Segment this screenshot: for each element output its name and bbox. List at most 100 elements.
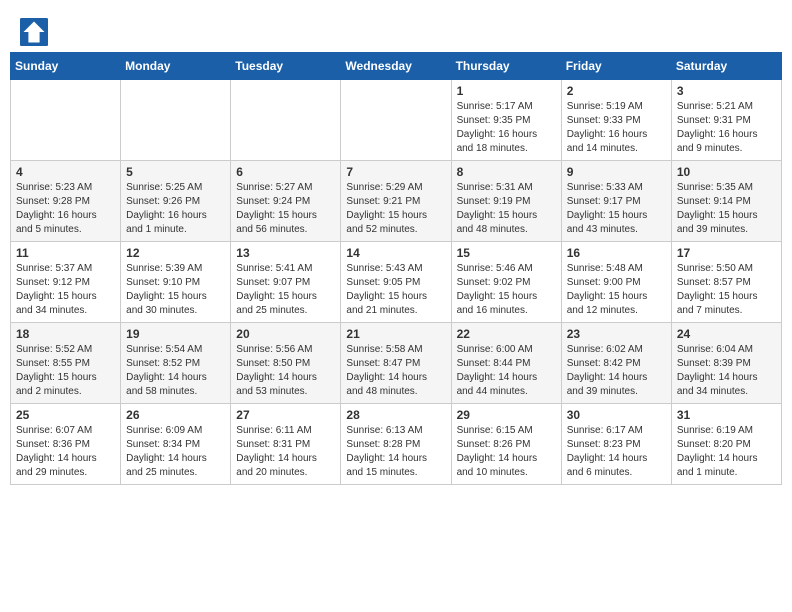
calendar-table: SundayMondayTuesdayWednesdayThursdayFrid…	[10, 52, 782, 485]
calendar-cell: 2 Sunrise: 5:19 AM Sunset: 9:33 PM Daylig…	[561, 80, 671, 161]
calendar-cell: 10 Sunrise: 5:35 AM Sunset: 9:14 PM Dayli…	[671, 161, 781, 242]
calendar-cell: 13 Sunrise: 5:41 AM Sunset: 9:07 PM Dayli…	[231, 242, 341, 323]
day-info: Sunrise: 5:56 AM Sunset: 8:50 PM Dayligh…	[236, 343, 335, 399]
day-number: 12	[126, 246, 225, 260]
day-number: 6	[236, 165, 335, 179]
day-info: Sunrise: 5:21 AM Sunset: 9:31 PM Dayligh…	[677, 100, 776, 156]
day-number: 28	[346, 408, 445, 422]
calendar-cell: 11 Sunrise: 5:37 AM Sunset: 9:12 PM Dayli…	[11, 242, 121, 323]
day-number: 11	[16, 246, 115, 260]
calendar-cell: 14 Sunrise: 5:43 AM Sunset: 9:05 PM Dayli…	[341, 242, 451, 323]
day-info: Sunrise: 6:17 AM Sunset: 8:23 PM Dayligh…	[567, 424, 666, 480]
calendar-cell: 19 Sunrise: 5:54 AM Sunset: 8:52 PM Dayli…	[121, 323, 231, 404]
day-info: Sunrise: 5:39 AM Sunset: 9:10 PM Dayligh…	[126, 262, 225, 318]
day-number: 27	[236, 408, 335, 422]
calendar-cell: 16 Sunrise: 5:48 AM Sunset: 9:00 PM Dayli…	[561, 242, 671, 323]
calendar-cell: 8Sunrise: 5:31 AM Sunset: 9:19 PM Daylig…	[451, 161, 561, 242]
day-info: Sunrise: 5:46 AM Sunset: 9:02 PM Dayligh…	[457, 262, 556, 318]
day-number: 7	[346, 165, 445, 179]
calendar-cell: 1Sunrise: 5:17 AM Sunset: 9:35 PM Daylig…	[451, 80, 561, 161]
day-info: Sunrise: 6:07 AM Sunset: 8:36 PM Dayligh…	[16, 424, 115, 480]
day-number: 14	[346, 246, 445, 260]
calendar-cell	[11, 80, 121, 161]
day-number: 21	[346, 327, 445, 341]
day-number: 1	[457, 84, 556, 98]
day-info: Sunrise: 5:50 AM Sunset: 8:57 PM Dayligh…	[677, 262, 776, 318]
calendar-cell: 17 Sunrise: 5:50 AM Sunset: 8:57 PM Dayli…	[671, 242, 781, 323]
calendar-cell: 3 Sunrise: 5:21 AM Sunset: 9:31 PM Daylig…	[671, 80, 781, 161]
day-info: Sunrise: 5:23 AM Sunset: 9:28 PM Dayligh…	[16, 181, 115, 237]
calendar-cell: 22 Sunrise: 6:00 AM Sunset: 8:44 PM Dayli…	[451, 323, 561, 404]
calendar-week-4: 18Sunrise: 5:52 AM Sunset: 8:55 PM Dayli…	[11, 323, 782, 404]
calendar-cell: 28 Sunrise: 6:13 AM Sunset: 8:28 PM Dayli…	[341, 404, 451, 485]
day-number: 3	[677, 84, 776, 98]
calendar-cell: 7 Sunrise: 5:29 AM Sunset: 9:21 PM Daylig…	[341, 161, 451, 242]
weekday-monday: Monday	[121, 53, 231, 80]
day-number: 16	[567, 246, 666, 260]
calendar-week-5: 25 Sunrise: 6:07 AM Sunset: 8:36 PM Dayli…	[11, 404, 782, 485]
day-info: Sunrise: 6:15 AM Sunset: 8:26 PM Dayligh…	[457, 424, 556, 480]
calendar-cell: 4Sunrise: 5:23 AM Sunset: 9:28 PM Daylig…	[11, 161, 121, 242]
calendar-cell: 23 Sunrise: 6:02 AM Sunset: 8:42 PM Dayli…	[561, 323, 671, 404]
day-number: 10	[677, 165, 776, 179]
day-number: 22	[457, 327, 556, 341]
calendar-cell: 26 Sunrise: 6:09 AM Sunset: 8:34 PM Dayli…	[121, 404, 231, 485]
day-number: 30	[567, 408, 666, 422]
calendar-cell: 25 Sunrise: 6:07 AM Sunset: 8:36 PM Dayli…	[11, 404, 121, 485]
day-number: 15	[457, 246, 556, 260]
day-number: 17	[677, 246, 776, 260]
logo-icon	[20, 18, 48, 46]
weekday-wednesday: Wednesday	[341, 53, 451, 80]
day-info: Sunrise: 5:33 AM Sunset: 9:17 PM Dayligh…	[567, 181, 666, 237]
day-info: Sunrise: 6:00 AM Sunset: 8:44 PM Dayligh…	[457, 343, 556, 399]
calendar-cell: 5 Sunrise: 5:25 AM Sunset: 9:26 PM Daylig…	[121, 161, 231, 242]
day-number: 13	[236, 246, 335, 260]
calendar-cell: 9 Sunrise: 5:33 AM Sunset: 9:17 PM Daylig…	[561, 161, 671, 242]
calendar-cell	[121, 80, 231, 161]
day-info: Sunrise: 5:41 AM Sunset: 9:07 PM Dayligh…	[236, 262, 335, 318]
day-info: Sunrise: 5:27 AM Sunset: 9:24 PM Dayligh…	[236, 181, 335, 237]
page-header	[10, 10, 782, 52]
day-info: Sunrise: 5:35 AM Sunset: 9:14 PM Dayligh…	[677, 181, 776, 237]
day-info: Sunrise: 6:09 AM Sunset: 8:34 PM Dayligh…	[126, 424, 225, 480]
calendar-cell: 31 Sunrise: 6:19 AM Sunset: 8:20 PM Dayli…	[671, 404, 781, 485]
day-number: 19	[126, 327, 225, 341]
day-info: Sunrise: 5:43 AM Sunset: 9:05 PM Dayligh…	[346, 262, 445, 318]
logo	[20, 18, 50, 46]
day-number: 5	[126, 165, 225, 179]
day-info: Sunrise: 6:02 AM Sunset: 8:42 PM Dayligh…	[567, 343, 666, 399]
day-info: Sunrise: 5:25 AM Sunset: 9:26 PM Dayligh…	[126, 181, 225, 237]
weekday-sunday: Sunday	[11, 53, 121, 80]
day-info: Sunrise: 6:11 AM Sunset: 8:31 PM Dayligh…	[236, 424, 335, 480]
day-info: Sunrise: 6:13 AM Sunset: 8:28 PM Dayligh…	[346, 424, 445, 480]
calendar-week-1: 1Sunrise: 5:17 AM Sunset: 9:35 PM Daylig…	[11, 80, 782, 161]
weekday-header-row: SundayMondayTuesdayWednesdayThursdayFrid…	[11, 53, 782, 80]
day-info: Sunrise: 5:52 AM Sunset: 8:55 PM Dayligh…	[16, 343, 115, 399]
day-number: 24	[677, 327, 776, 341]
day-info: Sunrise: 5:19 AM Sunset: 9:33 PM Dayligh…	[567, 100, 666, 156]
calendar-cell: 21Sunrise: 5:58 AM Sunset: 8:47 PM Dayli…	[341, 323, 451, 404]
calendar-cell	[341, 80, 451, 161]
day-number: 23	[567, 327, 666, 341]
day-info: Sunrise: 6:19 AM Sunset: 8:20 PM Dayligh…	[677, 424, 776, 480]
day-number: 20	[236, 327, 335, 341]
calendar-cell	[231, 80, 341, 161]
calendar-week-3: 11 Sunrise: 5:37 AM Sunset: 9:12 PM Dayli…	[11, 242, 782, 323]
calendar-cell: 20 Sunrise: 5:56 AM Sunset: 8:50 PM Dayli…	[231, 323, 341, 404]
day-number: 26	[126, 408, 225, 422]
calendar-cell: 12 Sunrise: 5:39 AM Sunset: 9:10 PM Dayli…	[121, 242, 231, 323]
calendar-cell: 27 Sunrise: 6:11 AM Sunset: 8:31 PM Dayli…	[231, 404, 341, 485]
day-info: Sunrise: 5:37 AM Sunset: 9:12 PM Dayligh…	[16, 262, 115, 318]
day-info: Sunrise: 5:29 AM Sunset: 9:21 PM Dayligh…	[346, 181, 445, 237]
day-info: Sunrise: 5:31 AM Sunset: 9:19 PM Dayligh…	[457, 181, 556, 237]
calendar-week-2: 4Sunrise: 5:23 AM Sunset: 9:28 PM Daylig…	[11, 161, 782, 242]
calendar-cell: 18Sunrise: 5:52 AM Sunset: 8:55 PM Dayli…	[11, 323, 121, 404]
calendar-cell: 30 Sunrise: 6:17 AM Sunset: 8:23 PM Dayli…	[561, 404, 671, 485]
day-number: 9	[567, 165, 666, 179]
day-info: Sunrise: 5:48 AM Sunset: 9:00 PM Dayligh…	[567, 262, 666, 318]
day-number: 25	[16, 408, 115, 422]
day-number: 31	[677, 408, 776, 422]
day-info: Sunrise: 5:54 AM Sunset: 8:52 PM Dayligh…	[126, 343, 225, 399]
calendar-cell: 6 Sunrise: 5:27 AM Sunset: 9:24 PM Daylig…	[231, 161, 341, 242]
day-number: 2	[567, 84, 666, 98]
